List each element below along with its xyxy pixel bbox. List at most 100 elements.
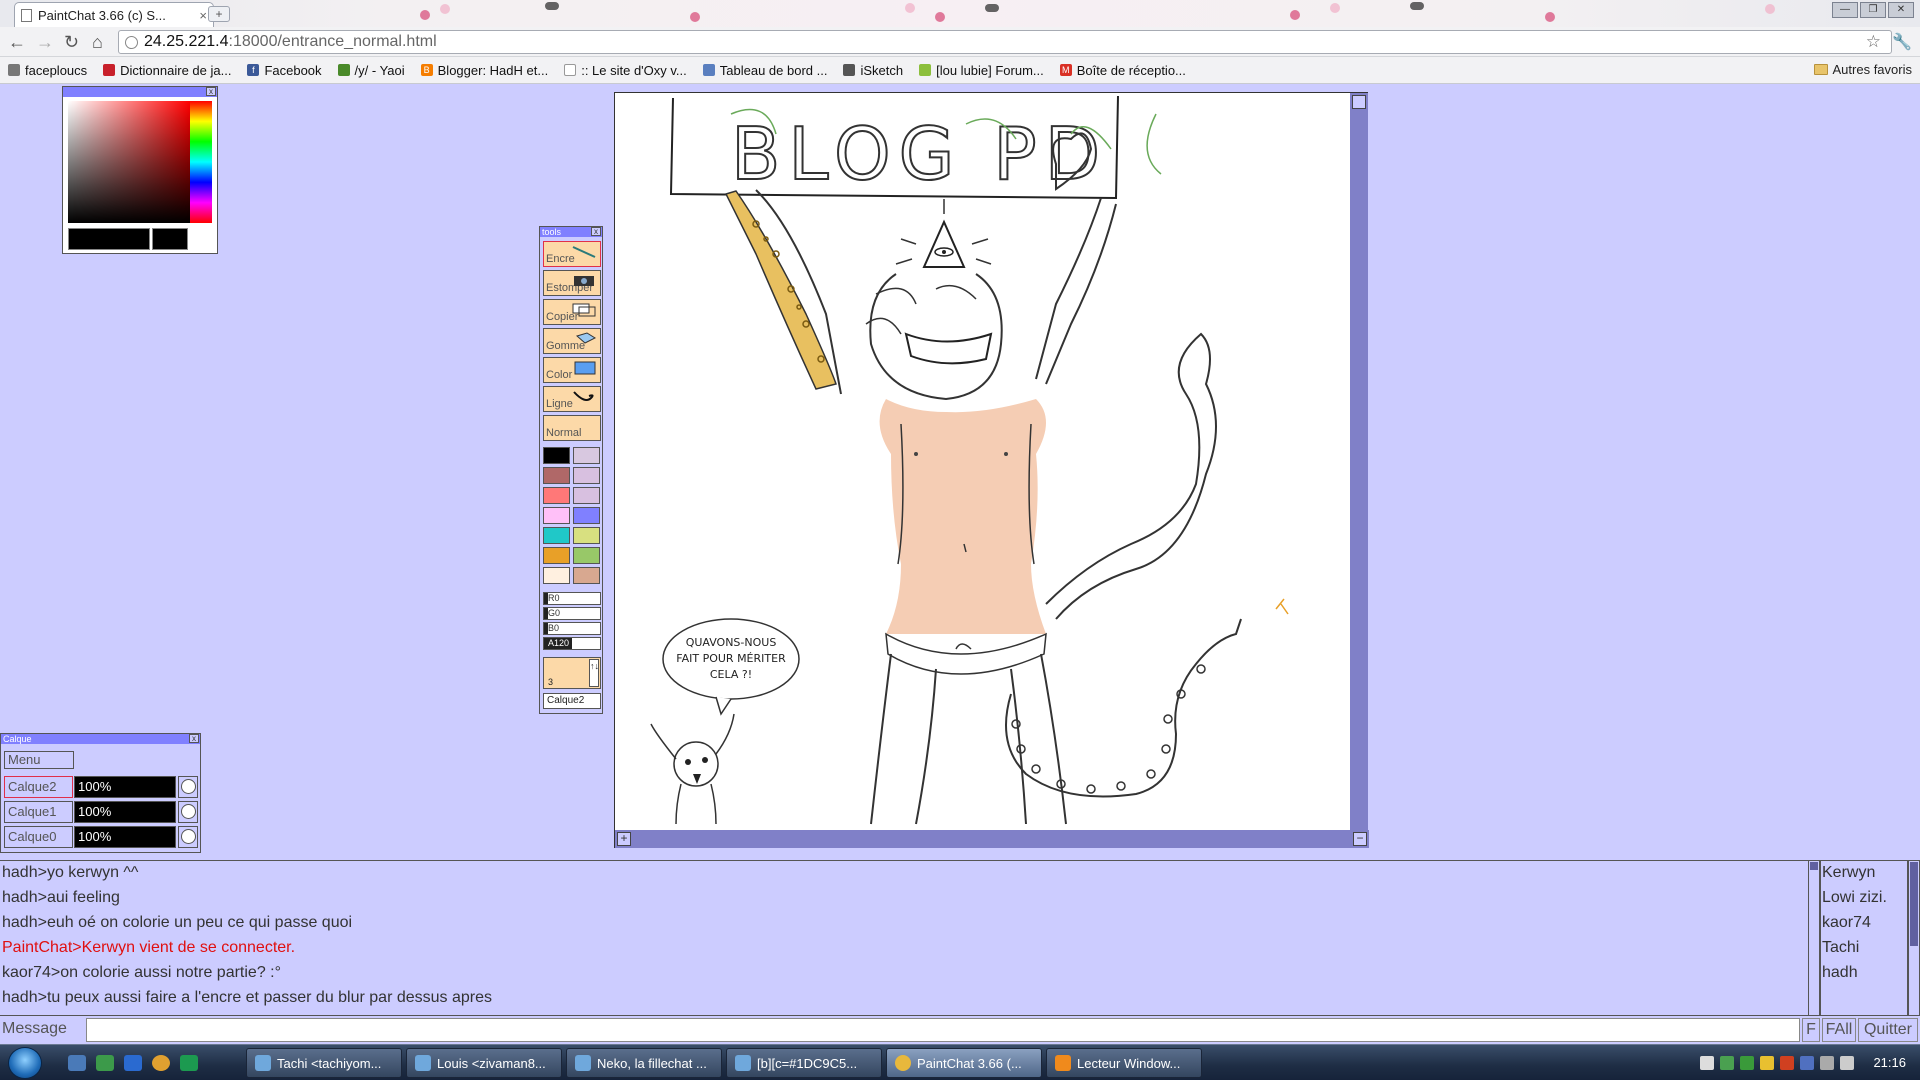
taskbar-item[interactable]: Lecteur Window... [1046,1048,1202,1078]
zoom-out-button[interactable]: − [1353,832,1367,846]
color-swatch[interactable] [573,507,600,524]
other-bookmarks[interactable]: Autres favoris [1813,62,1912,77]
user-item[interactable]: hadh [1822,964,1858,982]
color-swatch[interactable] [573,447,600,464]
maximize-button[interactable]: ❐ [1860,2,1886,18]
quit-button[interactable]: Quitter [1858,1018,1918,1042]
previous-color-swatch[interactable] [152,228,188,250]
f-button[interactable]: F [1802,1018,1820,1042]
red-slider[interactable]: R0 [543,592,601,605]
layer-row[interactable]: Calque0 100% [4,826,198,848]
layer-visibility-toggle[interactable] [178,776,198,798]
bookmark-item[interactable]: iSketch [843,63,903,78]
layer-name[interactable]: Calque1 [4,801,73,823]
color-swatch[interactable] [573,487,600,504]
color-picker-titlebar[interactable]: x [63,87,217,97]
layer-opacity[interactable]: 100% [74,776,176,798]
scroll-thumb[interactable] [1910,862,1918,946]
taskbar-item[interactable]: Louis <zivaman8... [406,1048,562,1078]
minimize-button[interactable]: — [1832,2,1858,18]
tool-color-button[interactable]: Color [543,357,601,383]
tray-icon[interactable] [1700,1056,1714,1070]
taskbar-item[interactable]: Neko, la fillechat ... [566,1048,722,1078]
color-swatch[interactable] [543,487,570,504]
chat-scrollbar[interactable] [1808,860,1820,1016]
layer-name[interactable]: Calque2 [4,776,73,798]
color-swatch[interactable] [543,467,570,484]
tray-icon[interactable] [1720,1056,1734,1070]
size-arrows-icon[interactable]: ↑↓ [589,659,599,687]
layers-menu-button[interactable]: Menu [4,751,74,769]
bookmark-item[interactable]: Tableau de bord ... [702,63,827,78]
tool-eraser-button[interactable]: Gomme [543,328,601,354]
canvas-vertical-scrollbar[interactable] [1350,93,1368,831]
user-item[interactable]: Tachi [1822,939,1859,957]
user-list-scrollbar[interactable] [1908,860,1920,1016]
bookmark-item[interactable]: M Boîte de réceptio... [1059,63,1186,78]
scroll-thumb[interactable] [1352,95,1366,109]
tool-ink-button[interactable]: Encre [543,241,601,267]
close-icon[interactable]: x [591,227,601,236]
close-icon[interactable]: x [189,734,199,743]
color-swatch[interactable] [573,467,600,484]
user-item[interactable]: kaor74 [1822,914,1871,932]
message-input[interactable] [86,1018,1800,1042]
taskbar-item[interactable]: [b][c=#1DC9C5... [726,1048,882,1078]
taskbar-item-active[interactable]: PaintChat 3.66 (... [886,1048,1042,1078]
color-swatch[interactable] [543,447,570,464]
bookmark-item[interactable]: Dictionnaire de ja... [103,63,231,78]
messenger-icon[interactable] [96,1055,114,1071]
layer-opacity[interactable]: 100% [74,826,176,848]
windows-live-icon[interactable] [124,1055,142,1071]
color-swatch[interactable] [543,567,570,584]
current-layer-indicator[interactable]: Calque2 [543,693,601,709]
alpha-slider[interactable]: A120 [543,637,601,650]
tool-copy-button[interactable]: Copier [543,299,601,325]
new-tab-button[interactable]: + [208,6,230,22]
browser-tab[interactable]: PaintChat 3.66 (c) S... × [14,2,214,27]
layer-name[interactable]: Calque0 [4,826,73,848]
bookmark-item[interactable]: /y/ - Yaoi [337,63,405,78]
user-item[interactable]: Lowi zizi. [1822,889,1887,907]
app-icon[interactable] [180,1055,198,1071]
bookmark-item[interactable]: faceploucs [8,63,87,78]
user-item[interactable]: Kerwyn [1822,864,1875,882]
color-swatch[interactable] [573,567,600,584]
chrome-icon[interactable] [152,1055,170,1071]
color-swatch[interactable] [543,547,570,564]
close-icon[interactable]: x [206,87,216,96]
color-swatch[interactable] [573,547,600,564]
brush-size-control[interactable]: 3 ↑↓ [543,657,601,689]
hue-slider[interactable] [190,101,212,223]
tool-line-button[interactable]: Ligne [543,386,601,412]
show-desktop-icon[interactable] [68,1055,86,1071]
tray-icon[interactable] [1800,1056,1814,1070]
wrench-icon[interactable]: 🔧 [1892,32,1912,52]
tools-titlebar[interactable]: tools x [540,227,602,237]
color-swatch[interactable] [543,507,570,524]
color-swatch[interactable] [573,527,600,544]
color-swatch[interactable] [543,527,570,544]
bookmark-item[interactable]: [lou lubie] Forum... [919,63,1044,78]
layer-row[interactable]: Calque1 100% [4,801,198,823]
forward-icon[interactable]: → [36,32,54,52]
volume-icon[interactable] [1840,1056,1854,1070]
layer-row[interactable]: Calque2 100% [4,776,198,798]
tool-mode-button[interactable]: Normal [543,415,601,441]
address-bar[interactable]: 24.25.221.4:18000/entrance_normal.html ☆ [118,30,1892,54]
blue-slider[interactable]: B0 [543,622,601,635]
bookmark-item[interactable]: B Blogger: HadH et... [420,63,548,78]
bookmark-star-icon[interactable]: ☆ [1866,32,1881,52]
clock[interactable]: 21:16 [1873,1055,1906,1070]
close-window-button[interactable]: ✕ [1888,2,1914,18]
start-button[interactable] [8,1047,42,1079]
home-icon[interactable]: ⌂ [92,32,103,52]
green-slider[interactable]: G0 [543,607,601,620]
bookmark-item[interactable]: f Facebook [247,63,322,78]
tray-icon[interactable] [1760,1056,1774,1070]
layer-opacity[interactable]: 100% [74,801,176,823]
zoom-in-button[interactable]: + [617,832,631,846]
layer-visibility-toggle[interactable] [178,801,198,823]
layer-visibility-toggle[interactable] [178,826,198,848]
taskbar-item[interactable]: Tachi <tachiyom... [246,1048,402,1078]
